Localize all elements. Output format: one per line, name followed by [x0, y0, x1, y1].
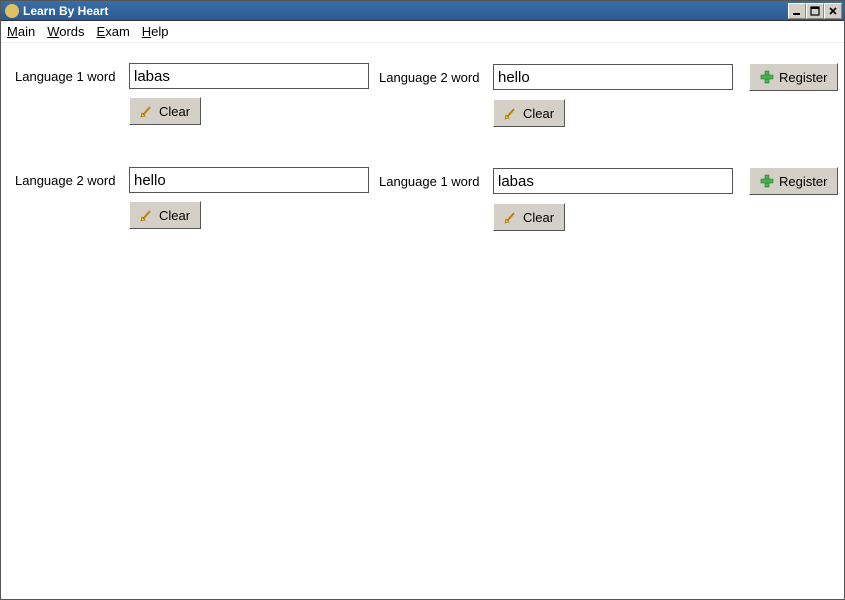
broom-icon [140, 208, 154, 222]
field-group-right: Language 1 word Register Clear [375, 167, 838, 231]
close-button[interactable] [824, 3, 842, 19]
app-icon [5, 4, 19, 18]
menubar: Main Words Exam Help [1, 21, 844, 43]
menu-help-tail: elp [151, 24, 168, 39]
menu-words[interactable]: Words [47, 24, 84, 39]
titlebar[interactable]: Learn By Heart [1, 1, 844, 21]
minimize-button[interactable] [788, 3, 806, 19]
input-lang1[interactable] [493, 168, 733, 194]
broom-icon [140, 104, 154, 118]
word-row: Language 2 word Clear Language 1 word [11, 167, 834, 231]
field-group-right: Language 2 word Register Clear [375, 63, 838, 127]
register-label: Register [779, 174, 827, 189]
menu-help[interactable]: Help [142, 24, 169, 39]
broom-icon [504, 210, 518, 224]
label-lang1: Language 1 word [375, 174, 485, 189]
menu-exam-tail: xam [105, 24, 130, 39]
clear-label: Clear [159, 208, 190, 223]
field-group-left: Language 2 word Clear [11, 167, 369, 229]
register-label: Register [779, 70, 827, 85]
plus-icon [760, 70, 774, 84]
minimize-icon [792, 6, 802, 16]
clear-label: Clear [523, 106, 554, 121]
menu-main[interactable]: Main [7, 24, 35, 39]
input-lang1[interactable] [129, 63, 369, 89]
clear-button[interactable]: Clear [129, 201, 201, 229]
clear-button[interactable]: Clear [493, 203, 565, 231]
register-button[interactable]: Register [749, 63, 838, 91]
content-area: Language 1 word Clear Language 2 word [1, 43, 844, 599]
window-controls [788, 3, 842, 19]
plus-icon [760, 174, 774, 188]
close-icon [828, 6, 838, 16]
maximize-button[interactable] [806, 3, 824, 19]
maximize-icon [810, 6, 820, 16]
label-lang1: Language 1 word [11, 69, 121, 84]
clear-label: Clear [159, 104, 190, 119]
menu-main-tail: ain [18, 24, 35, 39]
clear-button[interactable]: Clear [129, 97, 201, 125]
window-title: Learn By Heart [23, 4, 108, 18]
input-lang2[interactable] [493, 64, 733, 90]
field-group-left: Language 1 word Clear [11, 63, 369, 125]
register-button[interactable]: Register [749, 167, 838, 195]
clear-button[interactable]: Clear [493, 99, 565, 127]
menu-exam[interactable]: Exam [97, 24, 130, 39]
titlebar-left: Learn By Heart [5, 4, 108, 18]
input-lang2[interactable] [129, 167, 369, 193]
clear-label: Clear [523, 210, 554, 225]
app-window: Learn By Heart Main Words Exam Help Lang… [0, 0, 845, 600]
broom-icon [504, 106, 518, 120]
label-lang2: Language 2 word [11, 173, 121, 188]
menu-words-tail: ords [59, 24, 84, 39]
label-lang2: Language 2 word [375, 70, 485, 85]
word-row: Language 1 word Clear Language 2 word [11, 63, 834, 127]
